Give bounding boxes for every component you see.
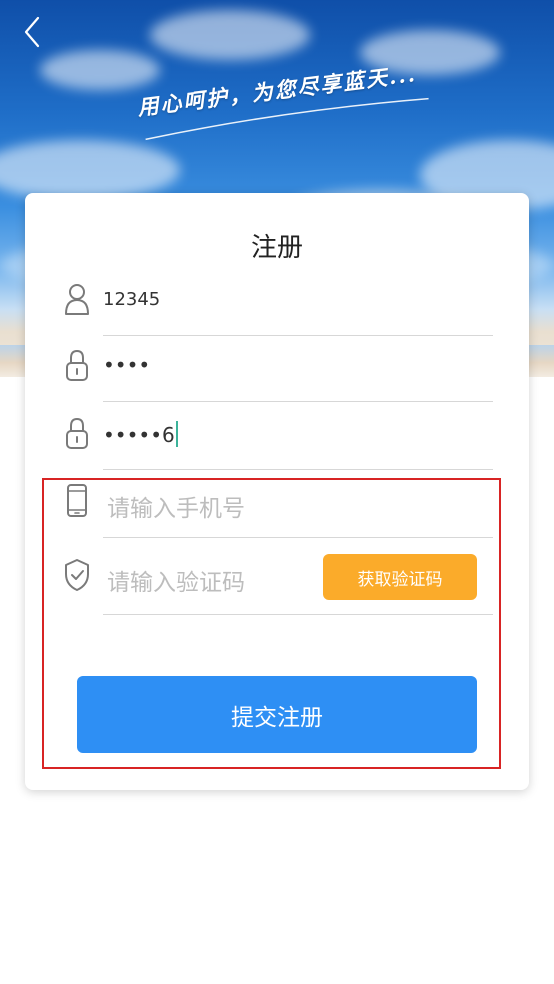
confirm-password-value: •••••6 [103, 421, 178, 447]
text-caret [175, 421, 178, 447]
confirm-password-text: •••••6 [103, 423, 175, 447]
user-icon [65, 284, 89, 315]
phone-placeholder: 请输入手机号 [107, 496, 245, 522]
page-title: 注册 [250, 233, 303, 263]
code-placeholder: 请输入验证码 [107, 570, 245, 596]
username-value: 12345 [103, 289, 161, 310]
get-code-button[interactable]: 获取验证码 [323, 554, 477, 600]
password-field[interactable] [103, 335, 493, 402]
confirm-password-row: •••••6 [63, 403, 493, 470]
register-card: 注册 12345 •••• •••••6 请输入手机号 请输入验证码 获取验证码… [25, 193, 529, 790]
cloud [150, 10, 310, 60]
cloud [40, 50, 160, 90]
password-value: •••• [103, 353, 151, 377]
username-field[interactable] [103, 269, 493, 336]
back-button[interactable] [16, 14, 52, 50]
lock-icon [66, 349, 88, 381]
chevron-left-icon [24, 16, 40, 48]
phone-icon [67, 484, 87, 517]
password-row: •••• [63, 335, 493, 402]
phone-row: 请输入手机号 [63, 471, 493, 538]
username-row: 12345 [63, 269, 493, 336]
lock-icon [66, 417, 88, 449]
shield-check-icon [65, 559, 89, 591]
submit-register-button[interactable]: 提交注册 [77, 676, 477, 753]
